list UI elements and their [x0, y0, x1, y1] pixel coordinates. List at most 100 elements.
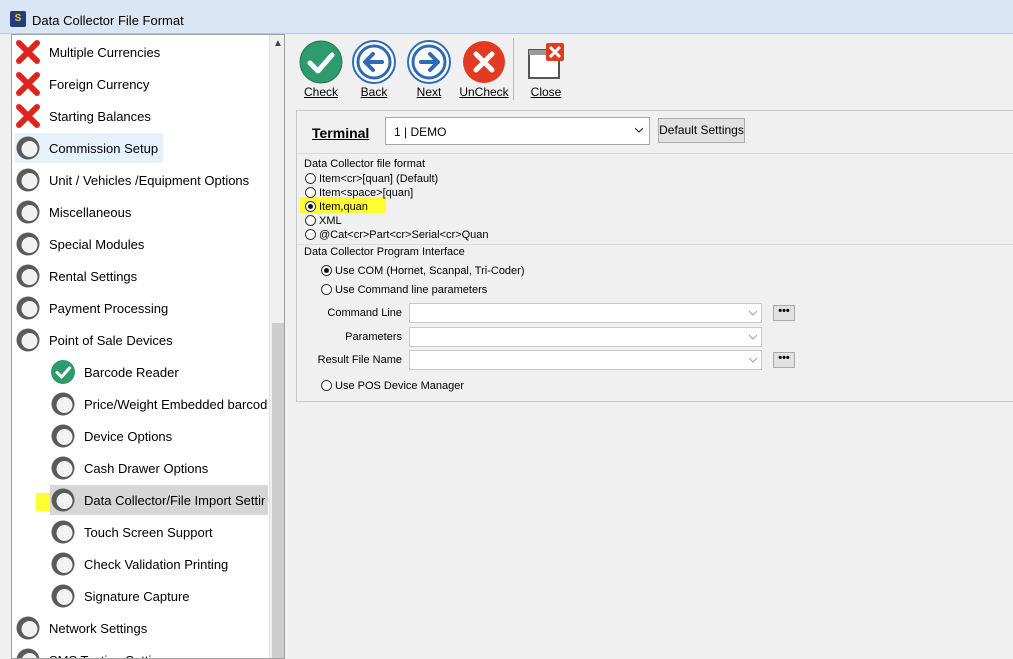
radio-button[interactable] [321, 265, 332, 276]
tree-item-unit-vehicles-equipment-options[interactable]: Unit / Vehicles /Equipment Options [15, 165, 249, 195]
close-window-icon [524, 40, 568, 84]
tree-item-sms-texting-settings[interactable]: SMS Texting Settings [15, 645, 172, 658]
tree-item-check-validation-printing[interactable]: Check Validation Printing [50, 549, 228, 579]
use-command-line-radio[interactable]: Use Command line parameters [321, 283, 487, 296]
check-button[interactable]: Check [296, 40, 346, 102]
tree-item-miscellaneous[interactable]: Miscellaneous [15, 197, 131, 227]
file-format-option-label: Item<space>[quan] [319, 186, 414, 199]
result-file-input[interactable] [409, 350, 762, 370]
chevron-down-icon [749, 310, 757, 316]
use-pos-device-manager-radio[interactable]: Use POS Device Manager [321, 379, 464, 392]
gray-circle-icon [15, 199, 41, 225]
tree-item-label: Data Collector/File Import Settir [84, 492, 266, 508]
arrow-left-icon [352, 40, 396, 84]
command-line-input[interactable] [409, 303, 762, 323]
tree-item-label: Device Options [84, 428, 173, 444]
tree-item-data-collector-file-import-settir[interactable]: Data Collector/File Import Settir [50, 485, 268, 515]
tree-item-label: Signature Capture [84, 588, 190, 604]
toolbar-separator [513, 38, 514, 100]
gray-circle-icon [15, 295, 41, 321]
arrow-right-icon [407, 40, 451, 84]
tree-item-network-settings[interactable]: Network Settings [15, 613, 147, 643]
tree-item-label: Commission Setup [49, 140, 159, 156]
file-format-option[interactable]: Item<space>[quan] [305, 186, 413, 199]
red-x-circle-icon [462, 40, 506, 84]
tree-item-label: Miscellaneous [49, 204, 132, 220]
tree-item-label: Price/Weight Embedded barcod [84, 396, 268, 412]
program-interface-title: Data Collector Program Interface [304, 246, 465, 258]
tree-item-label: Multiple Currencies [49, 44, 161, 60]
browse-command-button[interactable]: ••• [773, 305, 795, 321]
scroll-up-icon[interactable]: ▲ [270, 35, 284, 53]
gray-circle-icon [50, 551, 76, 577]
radio-button[interactable] [305, 173, 316, 184]
tree-item-barcode-reader[interactable]: Barcode Reader [50, 357, 179, 387]
gray-circle-icon [15, 615, 41, 641]
tree-item-signature-capture[interactable]: Signature Capture [50, 581, 190, 611]
tree-item-foreign-currency[interactable]: Foreign Currency [15, 69, 149, 99]
tree-item-device-options[interactable]: Device Options [50, 421, 172, 451]
chevron-down-icon [749, 357, 757, 363]
chevron-down-icon [635, 127, 643, 133]
red-x-icon [15, 103, 41, 129]
terminal-select[interactable]: 1 | DEMO [385, 117, 650, 145]
tree-item-commission-setup[interactable]: Commission Setup [15, 133, 163, 163]
file-format-option-label: Item<cr>[quan] (Default) [319, 172, 439, 185]
tree-item-label: Starting Balances [49, 108, 151, 124]
tree-item-payment-processing[interactable]: Payment Processing [15, 293, 168, 323]
parameters-label: Parameters [345, 331, 402, 343]
red-x-icon [15, 71, 41, 97]
gray-circle-icon [50, 391, 76, 417]
check-icon [299, 40, 343, 84]
result-file-label: Result File Name [317, 354, 402, 366]
tree-item-point-of-sale-devices[interactable]: Point of Sale Devices [15, 325, 173, 355]
tree-item-cash-drawer-options[interactable]: Cash Drawer Options [50, 453, 208, 483]
uncheck-button[interactable]: UnCheck [459, 40, 509, 102]
radio-button[interactable] [321, 380, 332, 391]
gray-circle-icon [15, 135, 41, 161]
radio-button[interactable] [305, 215, 316, 226]
back-button[interactable]: Back [349, 40, 399, 102]
next-button[interactable]: Next [404, 40, 454, 102]
tree-item-label: Cash Drawer Options [84, 460, 209, 476]
red-x-icon [15, 39, 41, 65]
settings-tree: Multiple Currencies Foreign Currency Start… [11, 34, 285, 659]
window-title: Data Collector File Format [32, 13, 184, 28]
file-format-option-label: XML [319, 214, 342, 227]
tree-scrollbar[interactable]: ▲ [269, 35, 284, 658]
file-format-option[interactable]: Item<cr>[quan] (Default) [305, 172, 438, 185]
file-format-option[interactable]: XML [305, 214, 342, 227]
tree-item-rental-settings[interactable]: Rental Settings [15, 261, 137, 291]
browse-result-button[interactable]: ••• [773, 352, 795, 368]
file-format-option-label: Item,quan [319, 200, 368, 213]
tree-item-label: Foreign Currency [49, 76, 150, 92]
tree-item-starting-balances[interactable]: Starting Balances [15, 101, 151, 131]
tree-item-multiple-currencies[interactable]: Multiple Currencies [15, 37, 160, 67]
file-format-option-label: @Cat<cr>Part<cr>Serial<cr>Quan [319, 228, 489, 241]
radio-button[interactable] [305, 229, 316, 240]
gray-circle-icon [15, 231, 41, 257]
tree-item-special-modules[interactable]: Special Modules [15, 229, 144, 259]
gray-circle-icon [50, 519, 76, 545]
gray-circle-icon [15, 263, 41, 289]
gray-circle-icon [50, 583, 76, 609]
tree-item-label: Check Validation Printing [84, 556, 229, 572]
file-format-option[interactable]: @Cat<cr>Part<cr>Serial<cr>Quan [305, 228, 489, 241]
scroll-thumb[interactable] [272, 323, 284, 658]
tree-item-touch-screen-support[interactable]: Touch Screen Support [50, 517, 213, 547]
command-line-label: Command Line [327, 307, 402, 319]
gray-circle-icon [50, 487, 76, 513]
radio-button[interactable] [321, 284, 332, 295]
tree-item-label: Point of Sale Devices [49, 332, 173, 348]
default-settings-button[interactable]: Default Settings [658, 118, 745, 143]
file-format-option[interactable]: Item,quan [305, 200, 368, 213]
tree-item-price-weight-embedded-barcod[interactable]: Price/Weight Embedded barcod [50, 389, 267, 419]
tree-item-label: Touch Screen Support [84, 524, 213, 540]
tree-item-label: Barcode Reader [84, 364, 179, 380]
radio-button[interactable] [305, 201, 316, 212]
gray-circle-icon [50, 423, 76, 449]
use-com-radio[interactable]: Use COM (Hornet, Scanpal, Tri-Coder) [321, 264, 525, 277]
radio-button[interactable] [305, 187, 316, 198]
close-button[interactable]: Close [521, 40, 571, 102]
parameters-input[interactable] [409, 327, 762, 347]
